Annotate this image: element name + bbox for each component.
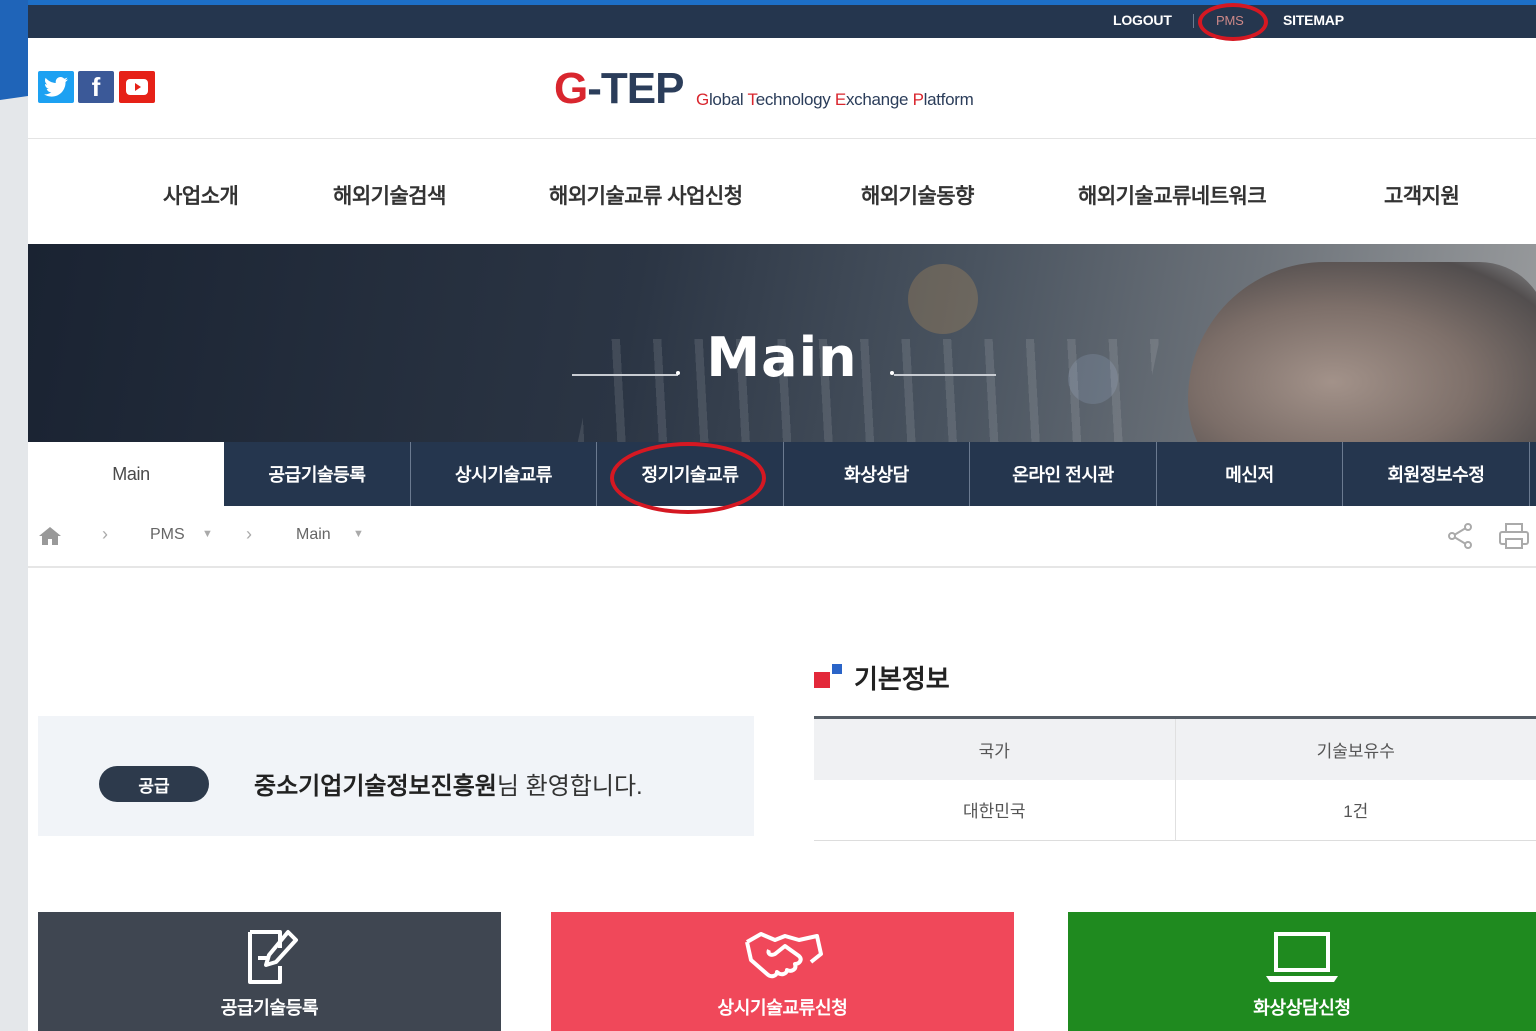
basic-info-title: 기본정보 [854, 664, 950, 694]
nav-item-tech-search[interactable]: 해외기술검색 [333, 180, 446, 210]
logo-subtitle: Global Technology Exchange Platform [696, 90, 974, 109]
site-logo[interactable]: G-TEP [554, 64, 684, 114]
twitter-icon [44, 77, 68, 97]
tab-main[interactable]: Main [38, 442, 224, 506]
nav-item-support[interactable]: 고객지원 [1384, 180, 1460, 210]
welcome-panel: 공급 중소기업기술정보진흥원님 환영합니다. [38, 716, 754, 836]
breadcrumb-main[interactable]: Main [296, 526, 331, 544]
card-label: 상시기술교류신청 [717, 998, 848, 1018]
logo-g: G [554, 64, 588, 113]
organization-name: 중소기업기술정보진흥원 [254, 773, 497, 800]
logo-rest: -TEP [587, 64, 684, 113]
utility-bar: LOGOUT PMS SITEMAP [28, 0, 1536, 41]
chevron-right-icon: › [102, 524, 108, 544]
youtube-icon[interactable] [119, 71, 155, 103]
logout-link[interactable]: LOGOUT [1113, 12, 1172, 28]
site-header: f G-TEP Global Technology Exchange Platf… [28, 38, 1536, 139]
facebook-icon[interactable]: f [78, 71, 114, 103]
tab-supply-tech[interactable]: 공급기술등록 [224, 442, 411, 506]
nav-item-tech-trends[interactable]: 해외기술동향 [861, 180, 974, 210]
nav-item-exchange-apply[interactable]: 해외기술교류 사업신청 [549, 180, 743, 210]
breadcrumb: › PMS ▼ › Main ▼ [28, 506, 1536, 568]
section-icon-accent [832, 664, 842, 674]
pms-tabs: Main 공급기술등록 상시기술교류 정기기술교류 화상상담 온라인 전시관 메… [38, 442, 1536, 506]
regular-exchange-apply-card[interactable]: 상시기술교류신청 [551, 912, 1014, 1031]
sitemap-link[interactable]: SITEMAP [1283, 12, 1344, 28]
basic-info-table: 국가 기술보유수 대한민국 1건 [814, 716, 1536, 841]
nav-item-network[interactable]: 해외기술교류네트워크 [1078, 180, 1267, 210]
tab-video-consult[interactable]: 화상상담 [784, 442, 970, 506]
welcome-suffix: 님 환영합니다. [496, 773, 643, 800]
screenshot: LOGOUT PMS SITEMAP f G-TEP Global Techno… [0, 0, 1536, 1031]
banner-line-right [894, 374, 996, 376]
outer-accent [0, 0, 28, 100]
banner-title: Main [706, 326, 858, 389]
table-row: 대한민국 1건 [814, 780, 1536, 841]
main-nav: 사업소개 해외기술검색 해외기술교류 사업신청 해외기술동향 해외기술교류네트워… [28, 140, 1536, 244]
print-icon[interactable] [1498, 522, 1530, 555]
share-icon[interactable] [1446, 522, 1474, 555]
outer-left-band [0, 0, 28, 1031]
pms-link[interactable]: PMS [1216, 13, 1244, 28]
handshake-icon [744, 932, 823, 979]
supply-tech-register-card[interactable]: 공급기술등록 [38, 912, 501, 1031]
section-icon [814, 672, 830, 688]
banner-bokeh [908, 264, 978, 334]
home-icon[interactable] [38, 526, 62, 551]
caret-down-icon[interactable]: ▼ [202, 528, 213, 540]
member-type-badge: 공급 [99, 766, 209, 802]
table-cell-country: 대한민국 [814, 780, 1176, 841]
youtube-play-icon [126, 79, 148, 95]
welcome-message: 중소기업기술정보진흥원님 환영합니다. [254, 766, 643, 801]
tab-member-edit[interactable]: 회원정보수정 [1343, 442, 1530, 506]
tab-regular-exchange[interactable]: 상시기술교류 [411, 442, 597, 506]
table-header-country: 국가 [814, 719, 1176, 780]
breadcrumb-pms[interactable]: PMS [150, 526, 185, 544]
laptop-icon [1266, 932, 1338, 982]
twitter-icon[interactable] [38, 71, 74, 103]
edit-document-icon [247, 930, 298, 984]
nav-item-about[interactable]: 사업소개 [163, 180, 239, 210]
tab-periodic-exchange[interactable]: 정기기술교류 [597, 442, 784, 506]
table-header-tech-count: 기술보유수 [1175, 719, 1536, 780]
card-label: 화상상담신청 [1253, 998, 1351, 1018]
util-divider [1193, 14, 1194, 28]
page-banner: Main [28, 244, 1536, 442]
tab-messenger[interactable]: 메신저 [1157, 442, 1343, 506]
caret-down-icon[interactable]: ▼ [353, 528, 364, 540]
chevron-right-icon: › [246, 524, 252, 544]
video-consult-apply-card[interactable]: 화상상담신청 [1068, 912, 1536, 1031]
tab-online-exhibit[interactable]: 온라인 전시관 [970, 442, 1157, 506]
table-cell-tech-count: 1건 [1175, 780, 1536, 841]
card-label: 공급기술등록 [220, 998, 319, 1018]
page: LOGOUT PMS SITEMAP f G-TEP Global Techno… [28, 0, 1536, 1031]
